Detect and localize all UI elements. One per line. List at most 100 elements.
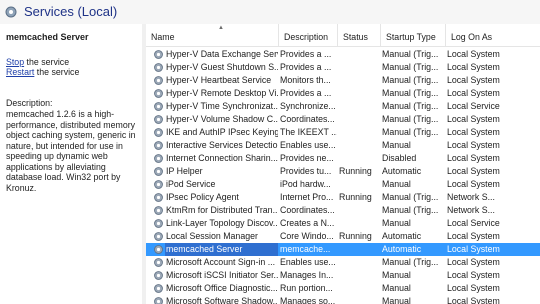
service-row[interactable]: memcached Server memcache... Automatic Loca… <box>146 243 540 256</box>
service-status-cell <box>338 178 379 191</box>
service-name-cell: Hyper-V Volume Shadow C... <box>166 114 278 124</box>
service-status-cell <box>338 48 379 61</box>
service-startup-cell: Manual <box>382 140 411 150</box>
service-status-cell: Running <box>339 166 372 176</box>
column-status[interactable]: Status <box>338 24 381 46</box>
service-row[interactable]: Hyper-V Heartbeat Service Monitors th... M… <box>146 74 540 87</box>
service-status-cell <box>338 217 379 230</box>
service-status-cell <box>338 243 379 256</box>
service-description-cell: Manages In... <box>280 270 334 280</box>
service-row[interactable]: Link-Layer Topology Discov... Creates a N… <box>146 217 540 230</box>
service-status-cell: Running <box>339 231 372 241</box>
service-row[interactable]: Internet Connection Sharin... Provides ne… <box>146 152 540 165</box>
service-row[interactable]: Microsoft Office Diagnostic... Run portio… <box>146 282 540 295</box>
service-description-cell: The IKEEXT ... <box>280 127 337 137</box>
service-name-cell: KtmRm for Distributed Tran... <box>166 205 278 215</box>
service-description-cell: Provides tu... <box>280 166 332 176</box>
service-startup-cell: Manual (Trig... <box>382 62 439 72</box>
service-description-cell: Coordinates... <box>280 205 335 215</box>
service-startup-cell: Automatic <box>382 244 422 254</box>
stop-action: Stop the service <box>6 57 69 67</box>
service-status-cell <box>338 256 379 269</box>
service-startup-cell: Manual (Trig... <box>382 127 439 137</box>
service-row[interactable]: Microsoft Software Shadow... Manages so..… <box>146 295 540 304</box>
service-description-cell: Enables use... <box>280 257 336 267</box>
services-list: ▲ Name Description Status Startup Type L… <box>146 24 540 304</box>
service-description-cell: Run portion... <box>280 283 333 293</box>
stop-link[interactable]: Stop <box>6 57 24 67</box>
service-description-cell: Enables use... <box>280 140 336 150</box>
column-log-on-as[interactable]: Log On As <box>446 24 540 46</box>
service-logon-cell: Local System <box>447 179 500 189</box>
service-description-cell: Synchronize... <box>280 101 336 111</box>
service-gear-icon <box>153 205 164 216</box>
service-description-cell: Manages so... <box>280 296 336 304</box>
service-startup-cell: Manual <box>382 179 411 189</box>
service-gear-icon <box>153 283 164 294</box>
service-logon-cell: Local System <box>447 296 500 304</box>
service-name-cell: Hyper-V Guest Shutdown S... <box>166 62 278 72</box>
service-status-cell <box>338 295 379 304</box>
service-logon-cell: Local System <box>447 153 500 163</box>
service-gear-icon <box>153 114 164 125</box>
service-gear-icon <box>153 244 164 255</box>
service-startup-cell: Manual (Trig... <box>382 192 439 202</box>
service-status-cell <box>338 87 379 100</box>
service-startup-cell: Manual (Trig... <box>382 49 439 59</box>
service-name-cell: Microsoft Account Sign-in ... <box>166 257 276 267</box>
service-row[interactable]: Hyper-V Data Exchange Serv... Provides a … <box>146 48 540 61</box>
service-row[interactable]: Interactive Services Detection Enables us… <box>146 139 540 152</box>
service-row[interactable]: Microsoft Account Sign-in ... Enables use… <box>146 256 540 269</box>
service-row[interactable]: Hyper-V Guest Shutdown S... Provides a ..… <box>146 61 540 74</box>
service-startup-cell: Manual (Trig... <box>382 114 439 124</box>
service-row[interactable]: Hyper-V Remote Desktop Vi... Provides a .… <box>146 87 540 100</box>
service-logon-cell: Network S... <box>447 192 495 202</box>
service-logon-cell: Local System <box>447 283 500 293</box>
column-description[interactable]: Description <box>279 24 338 46</box>
service-name-cell: iPod Service <box>166 179 216 189</box>
service-row[interactable]: Hyper-V Time Synchronizat... Synchronize.… <box>146 100 540 113</box>
service-row[interactable]: IP Helper Provides tu... Running Automatic L… <box>146 165 540 178</box>
service-logon-cell: Local Service <box>447 101 500 111</box>
service-row[interactable]: IPsec Policy Agent Internet Pro... Running… <box>146 191 540 204</box>
service-name-cell: memcached Server <box>165 243 278 256</box>
service-row[interactable]: Hyper-V Volume Shadow C... Coordinates...… <box>146 113 540 126</box>
service-description-cell: Provides a ... <box>280 62 332 72</box>
service-name-cell: Internet Connection Sharin... <box>166 153 278 163</box>
service-description-cell: Internet Pro... <box>280 192 334 202</box>
service-startup-cell: Manual <box>382 270 411 280</box>
service-status-cell <box>338 282 379 295</box>
service-logon-cell: Local System <box>447 88 500 98</box>
column-startup-type[interactable]: Startup Type <box>381 24 446 46</box>
service-logon-cell: Local System <box>447 231 500 241</box>
service-status-cell <box>338 269 379 282</box>
service-description-cell: iPod hardw... <box>280 179 331 189</box>
column-header: ▲ Name Description Status Startup Type L… <box>146 24 540 47</box>
window-title: Services (Local) <box>24 4 118 19</box>
service-gear-icon <box>153 218 164 229</box>
service-description-cell: Provides a ... <box>280 49 332 59</box>
service-gear-icon <box>153 75 164 86</box>
service-logon-cell: Local System <box>447 270 500 280</box>
service-gear-icon <box>153 101 164 112</box>
service-row[interactable]: Local Session Manager Core Windo... Runnin… <box>146 230 540 243</box>
service-description-cell: Monitors th... <box>280 75 331 85</box>
service-gear-icon <box>153 153 164 164</box>
column-name[interactable]: Name <box>146 24 279 46</box>
service-description-cell: Creates a N... <box>280 218 335 228</box>
service-row[interactable]: Microsoft iSCSI Initiator Ser... Manages … <box>146 269 540 282</box>
restart-link[interactable]: Restart <box>6 67 34 77</box>
service-row[interactable]: iPod Service iPod hardw... Manual Local Sys… <box>146 178 540 191</box>
service-gear-icon <box>153 140 164 151</box>
service-gear-icon <box>153 49 164 60</box>
services-gear-icon <box>5 6 17 18</box>
service-status-cell <box>338 152 379 165</box>
service-name-cell: Interactive Services Detection <box>166 140 278 150</box>
service-row[interactable]: KtmRm for Distributed Tran... Coordinates… <box>146 204 540 217</box>
service-row[interactable]: IKE and AuthIP IPsec Keying... The IKEEXT… <box>146 126 540 139</box>
service-name-cell: IKE and AuthIP IPsec Keying... <box>166 127 278 137</box>
service-name-cell: Hyper-V Remote Desktop Vi... <box>166 88 278 98</box>
service-gear-icon <box>153 270 164 281</box>
description-label: Description: <box>6 98 53 108</box>
service-description-cell: memcache... <box>280 244 331 254</box>
